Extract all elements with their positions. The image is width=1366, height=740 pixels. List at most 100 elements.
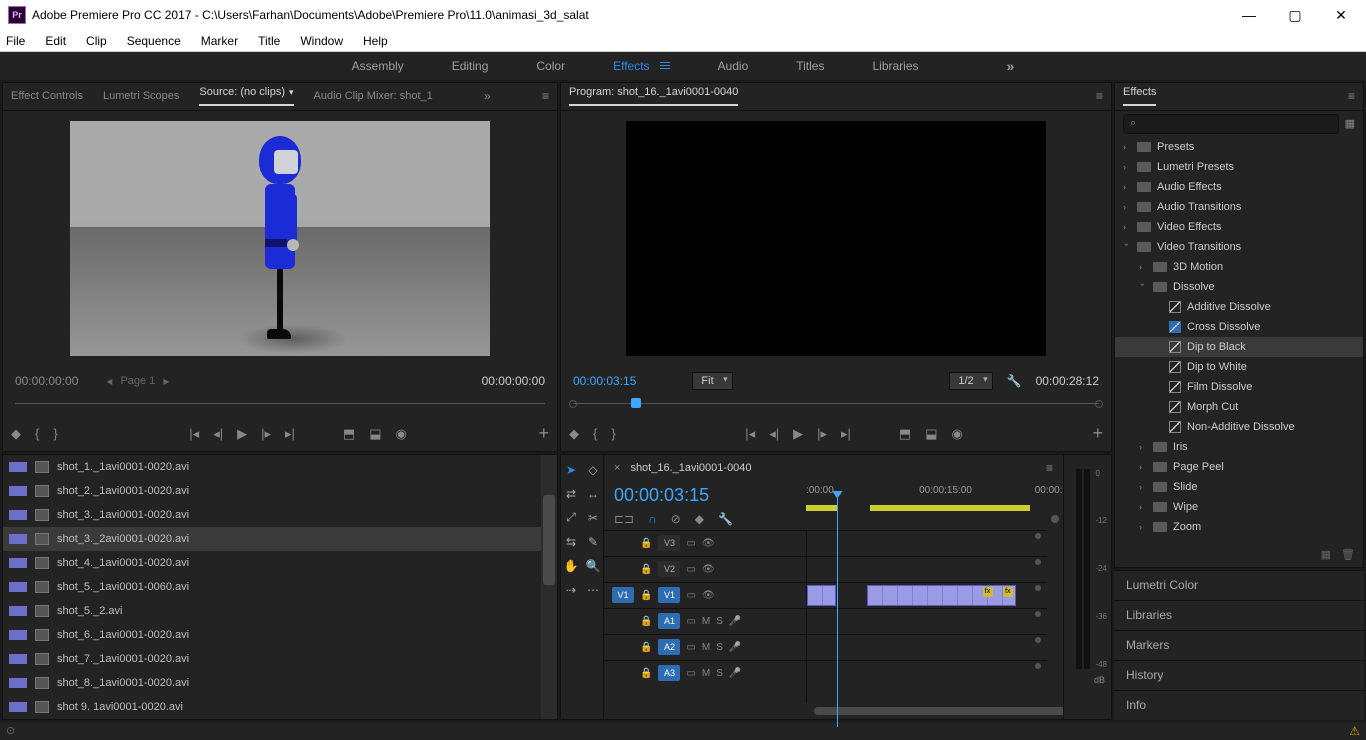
workspace-color[interactable]: Color (536, 59, 565, 73)
keyframe-icon[interactable] (1035, 611, 1041, 617)
program-tc-current[interactable]: 00:00:03:15 (573, 374, 636, 388)
effects-tree-item[interactable]: Morph Cut (1115, 397, 1363, 417)
effects-tree-item[interactable]: ›Audio Effects (1115, 177, 1363, 197)
export-frame-icon[interactable]: ◉ (396, 426, 407, 442)
effects-tree-item[interactable]: Additive Dissolve (1115, 297, 1363, 317)
page-indicator[interactable]: Page 1 (120, 375, 155, 387)
marker-icon[interactable]: ◆ (569, 426, 579, 442)
keyframe-icon[interactable] (1035, 585, 1041, 591)
toggle-track-icon[interactable]: ▭ (686, 590, 695, 601)
timeline-v-scroll[interactable] (1047, 530, 1063, 703)
project-item[interactable]: shot_3._2avi0001-0020.avi (3, 527, 541, 551)
eye-icon[interactable]: 👁 (702, 564, 715, 575)
toggle-track-icon[interactable]: ▭ (686, 668, 695, 679)
project-item[interactable]: shot_7._1avi0001-0020.avi (3, 647, 541, 671)
workspace-assembly[interactable]: Assembly (352, 59, 404, 73)
project-item[interactable]: shot_6._1avi0001-0020.avi (3, 623, 541, 647)
magnet-icon[interactable]: ∩ (648, 512, 657, 526)
lock-icon[interactable]: 🔒 (640, 538, 652, 549)
fit-select[interactable]: Fit (692, 372, 732, 390)
effects-tree-item[interactable]: ›3D Motion (1115, 257, 1363, 277)
audio-lane[interactable] (807, 608, 1047, 634)
project-item[interactable]: shot_4._1avi0001-0020.avi (3, 551, 541, 575)
workspace-libraries[interactable]: Libraries (872, 59, 918, 73)
timeline-h-scroll[interactable] (604, 703, 1063, 719)
go-to-in-icon[interactable]: |◂ (745, 426, 755, 442)
razor-tool-icon[interactable]: ✂ (586, 511, 600, 525)
panel-menu-icon[interactable]: ≡ (1046, 461, 1053, 475)
go-to-in-icon[interactable]: |◂ (189, 426, 199, 442)
workspace-titles[interactable]: Titles (796, 59, 824, 73)
effects-tree-item[interactable]: ›Presets (1115, 137, 1363, 157)
effects-tree-item[interactable]: ›Page Peel (1115, 457, 1363, 477)
prev-page-icon[interactable]: ◂ (106, 374, 112, 388)
lock-icon[interactable]: 🔒 (640, 590, 652, 601)
tab-effect-controls[interactable]: Effect Controls (11, 90, 83, 102)
warning-icon[interactable]: ⚠ (1349, 724, 1360, 738)
effects-tree-item[interactable]: ›Slide (1115, 477, 1363, 497)
chevron-icon[interactable]: › (1138, 283, 1148, 291)
panel-libraries[interactable]: Libraries (1114, 600, 1364, 630)
workspace-effects[interactable]: Effects (613, 59, 669, 73)
lock-icon[interactable]: 🔒 (640, 668, 652, 679)
play-icon[interactable]: ▶ (793, 426, 803, 442)
effects-tree-item[interactable]: ›Wipe (1115, 497, 1363, 517)
tab-source[interactable]: Source: (no clips)▾ (199, 86, 293, 106)
panel-menu-icon[interactable]: ≡ (1348, 89, 1355, 103)
step-back-icon[interactable]: ◂| (769, 426, 779, 442)
chevron-icon[interactable]: › (1139, 502, 1147, 512)
toggle-track-icon[interactable]: ▭ (686, 538, 695, 549)
delete-icon[interactable]: 🗑 (1341, 548, 1355, 561)
eye-icon[interactable]: 👁 (702, 538, 715, 549)
video-track-header[interactable]: 🔒 V2 ▭ 👁 (604, 556, 806, 582)
rate-tool-icon[interactable]: ⤢ (564, 511, 578, 525)
panel-overflow[interactable]: » (484, 89, 491, 103)
chevron-icon[interactable]: › (1139, 482, 1147, 492)
menu-file[interactable]: File (6, 34, 25, 48)
linked-sel-icon[interactable]: ⊘ (671, 512, 681, 526)
project-item[interactable]: shot_5._2.avi (3, 599, 541, 623)
program-scrub[interactable] (573, 395, 1099, 413)
marker-icon[interactable]: ◆ (11, 426, 21, 442)
clip[interactable] (807, 585, 836, 606)
track-select-tool-icon[interactable]: ◇ (586, 463, 600, 477)
panel-info[interactable]: Info (1114, 690, 1364, 720)
menu-edit[interactable]: Edit (45, 34, 66, 48)
workspace-audio[interactable]: Audio (718, 59, 749, 73)
panel-lumetri-color[interactable]: Lumetri Color (1114, 570, 1364, 600)
time-ruler[interactable]: :00:00 00:00:15:00 00:00:30 (806, 481, 1063, 523)
keyframe-icon[interactable] (1035, 663, 1041, 669)
chevron-down-icon[interactable]: ▾ (289, 87, 294, 97)
effects-tree-item[interactable]: ›Zoom (1115, 517, 1363, 537)
settings-icon[interactable]: 🔧 (718, 512, 733, 526)
voice-icon[interactable]: 🎤 (729, 642, 741, 653)
mute-icon[interactable]: M (702, 616, 710, 627)
lock-icon[interactable]: 🔒 (640, 616, 652, 627)
chevron-icon[interactable]: › (1123, 202, 1131, 212)
extract-icon[interactable]: ⬓ (925, 426, 937, 442)
out-icon[interactable]: } (611, 426, 615, 442)
effects-tree-item[interactable]: Cross Dissolve (1115, 317, 1363, 337)
lock-icon[interactable]: 🔒 (640, 564, 652, 575)
track-label[interactable]: V2 (658, 561, 680, 577)
step-fwd-icon[interactable]: |▸ (817, 426, 827, 442)
project-scroll[interactable] (541, 455, 557, 719)
toggle-track-icon[interactable]: ▭ (686, 564, 695, 575)
snap-icon[interactable]: ⊏⊐ (614, 512, 634, 526)
effects-tree-item[interactable]: Film Dissolve (1115, 377, 1363, 397)
mute-icon[interactable]: M (702, 642, 710, 653)
settings-icon[interactable]: 🔧 (1007, 374, 1022, 388)
workspace-editing[interactable]: Editing (452, 59, 489, 73)
effects-tree-item[interactable]: ›Lumetri Presets (1115, 157, 1363, 177)
minimize-button[interactable]: — (1226, 0, 1272, 30)
button-editor-icon[interactable]: + (1092, 423, 1103, 444)
next-page-icon[interactable]: ▸ (163, 374, 169, 388)
track-label[interactable]: A3 (658, 665, 680, 681)
video-track-header[interactable]: 🔒V3▭👁 (604, 530, 806, 556)
chevron-icon[interactable]: › (1139, 462, 1147, 472)
track-label[interactable]: A1 (658, 613, 680, 629)
effects-tree-item[interactable]: Dip to White (1115, 357, 1363, 377)
project-item[interactable]: shot_8._1avi0001-0020.avi (3, 671, 541, 695)
insert-icon[interactable]: ⬒ (343, 426, 355, 442)
go-to-out-icon[interactable]: ▸| (285, 426, 295, 442)
